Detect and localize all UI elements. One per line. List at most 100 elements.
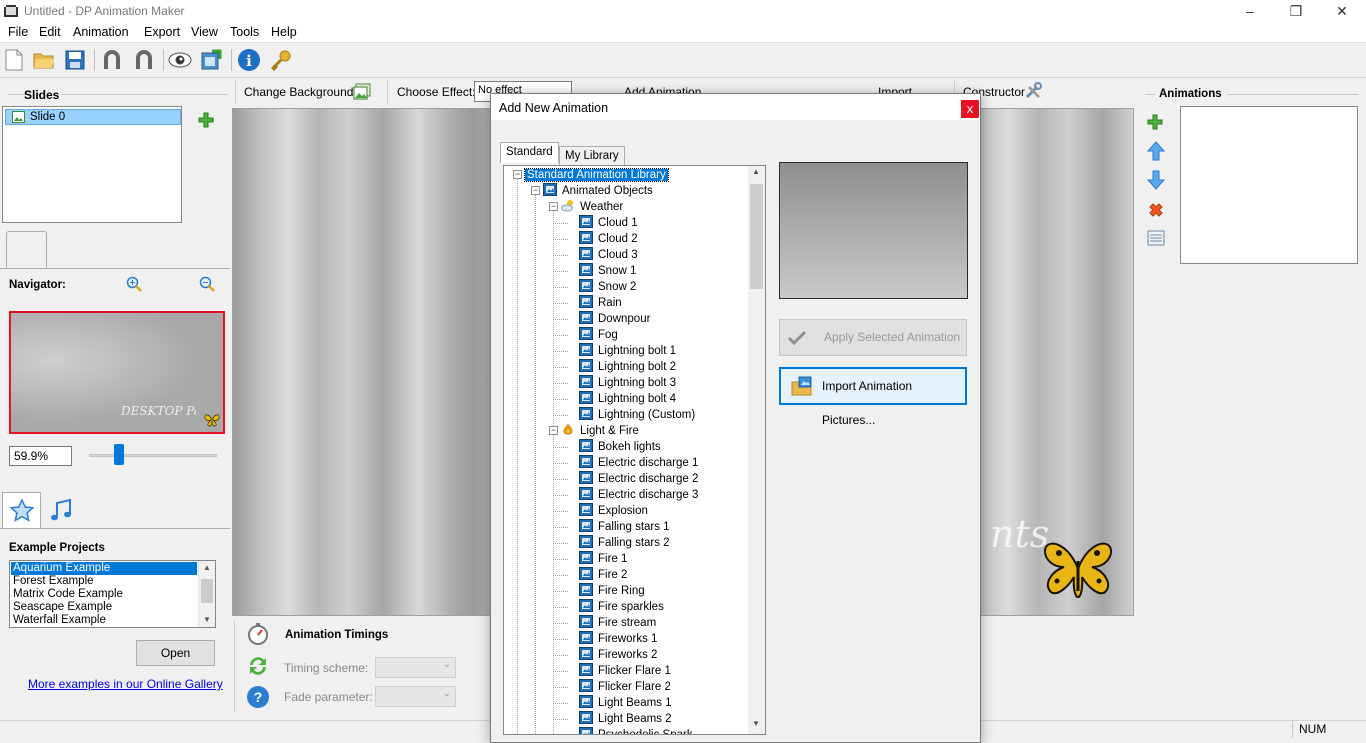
move-up-button[interactable] [1146, 141, 1166, 164]
tree-item[interactable]: Lightning bolt 3 [579, 375, 678, 391]
close-window-button[interactable]: ✕ [1319, 0, 1365, 23]
tree-item[interactable]: Snow 1 [579, 263, 638, 279]
tree-scrollbar[interactable]: ▲ ▼ [748, 166, 765, 734]
preview-icon[interactable] [167, 47, 193, 73]
tree-item[interactable]: Cloud 3 [579, 247, 640, 263]
zoom-slider-thumb[interactable] [114, 444, 124, 465]
zoom-slider-track[interactable] [89, 454, 217, 457]
tree-item[interactable]: Fire 2 [579, 567, 629, 583]
help-button[interactable]: ? [246, 685, 270, 712]
tree-item[interactable]: Explosion [579, 503, 650, 519]
tree-scrollbar-thumb[interactable] [750, 184, 763, 289]
tree-item[interactable]: Fire sparkles [579, 599, 666, 615]
tree-root[interactable]: Standard Animation Library [524, 167, 669, 183]
list-item[interactable]: Forest Example [11, 575, 197, 588]
slide-tab[interactable] [6, 231, 47, 269]
tree-item[interactable]: Psychedelic Spark [579, 727, 695, 734]
list-item[interactable]: Matrix Code Example [11, 588, 197, 601]
animation-library-tree[interactable]: − Standard Animation Library − Animated Obj… [503, 165, 766, 735]
tree-item[interactable]: Fire stream [579, 615, 658, 631]
zoom-out-button[interactable] [199, 276, 215, 295]
tree-item[interactable]: Electric discharge 3 [579, 487, 700, 503]
menu-edit[interactable]: Edit [38, 25, 62, 39]
menu-animation[interactable]: Animation [72, 25, 130, 39]
new-icon[interactable] [1, 47, 27, 73]
zoom-in-button[interactable] [126, 276, 142, 295]
add-slide-button[interactable] [197, 111, 215, 132]
tree-item[interactable]: Fog [579, 327, 620, 343]
menu-file[interactable]: File [7, 25, 29, 39]
tree-item[interactable]: Electric discharge 2 [579, 471, 700, 487]
constructor-button[interactable] [1024, 82, 1042, 103]
apply-selected-animation-button[interactable]: Apply Selected Animation [779, 319, 967, 356]
slides-list[interactable]: Slide 0 [2, 106, 182, 223]
animations-list[interactable] [1180, 106, 1358, 264]
tree-item[interactable]: Bokeh lights [579, 439, 663, 455]
online-gallery-link[interactable]: More examples in our Online Gallery [28, 677, 223, 691]
tab-standard[interactable]: Standard [500, 142, 559, 163]
tree-item[interactable]: Fire Ring [579, 583, 647, 599]
tree-item[interactable]: Lightning bolt 2 [579, 359, 678, 375]
menu-help[interactable]: Help [270, 25, 298, 39]
tree-expander[interactable]: − [549, 202, 558, 211]
tree-item[interactable]: Light Beams 1 [579, 695, 674, 711]
export-icon[interactable] [198, 47, 224, 73]
properties-button[interactable] [1147, 230, 1165, 249]
tree-item[interactable]: Snow 2 [579, 279, 638, 295]
examples-list[interactable]: Aquarium Example Forest Example Matrix C… [9, 560, 216, 628]
save-icon[interactable] [62, 47, 88, 73]
tree-item[interactable]: Fire 1 [579, 551, 629, 567]
change-background-button[interactable] [353, 83, 371, 103]
tab-music[interactable] [42, 494, 80, 528]
tree-item[interactable]: Cloud 2 [579, 231, 640, 247]
undo-icon[interactable] [99, 47, 125, 73]
change-background-label[interactable]: Change Background [244, 85, 353, 99]
delete-animation-button[interactable] [1147, 201, 1165, 222]
tree-item[interactable]: Downpour [579, 311, 652, 327]
tree-item[interactable]: Lightning bolt 1 [579, 343, 678, 359]
fade-parameter-select[interactable]: ⌄ [375, 686, 456, 707]
slide-item[interactable]: Slide 0 [5, 109, 181, 125]
tab-effects[interactable] [2, 492, 41, 529]
key-icon[interactable] [268, 47, 294, 73]
zoom-field[interactable]: 59.9% [9, 446, 72, 466]
tree-item[interactable]: Electric discharge 1 [579, 455, 700, 471]
tree-node-animated-objects[interactable]: Animated Objects [543, 183, 655, 199]
redo-icon[interactable] [131, 47, 157, 73]
tab-my-library[interactable]: My Library [559, 146, 625, 165]
maximize-button[interactable]: ❐ [1273, 0, 1319, 23]
tree-item[interactable]: Falling stars 1 [579, 519, 672, 535]
move-down-button[interactable] [1146, 170, 1166, 193]
tree-item[interactable]: Flicker Flare 2 [579, 679, 673, 695]
refresh-button[interactable] [246, 654, 270, 681]
tree-item[interactable]: Flicker Flare 1 [579, 663, 673, 679]
list-item[interactable]: Waterfall Example [11, 614, 197, 627]
menu-tools[interactable]: Tools [229, 25, 260, 39]
tree-item[interactable]: Rain [579, 295, 624, 311]
navigator-preview[interactable]: DESKTOP Paints [9, 311, 225, 434]
timing-scheme-select[interactable]: ⌄ [375, 657, 456, 678]
dialog-close-button[interactable]: x [961, 100, 979, 118]
open-icon[interactable] [31, 47, 57, 73]
tree-node-weather[interactable]: Weather [561, 199, 625, 215]
examples-scrollbar[interactable]: ▲ ▼ [198, 561, 215, 627]
tree-item[interactable]: Falling stars 2 [579, 535, 672, 551]
tree-node-light-fire[interactable]: Light & Fire [561, 423, 641, 439]
add-animation-button[interactable] [1146, 113, 1164, 134]
menu-view[interactable]: View [190, 25, 219, 39]
tree-item[interactable]: Cloud 1 [579, 215, 640, 231]
tree-expander[interactable]: − [513, 170, 522, 179]
tree-item[interactable]: Light Beams 2 [579, 711, 674, 727]
list-item[interactable]: Seascape Example [11, 601, 197, 614]
list-item[interactable]: Aquarium Example [11, 562, 197, 575]
tree-item[interactable]: Lightning (Custom) [579, 407, 697, 423]
tree-expander[interactable]: − [531, 186, 540, 195]
minimize-button[interactable]: – [1227, 0, 1273, 23]
tree-item[interactable]: Lightning bolt 4 [579, 391, 678, 407]
tree-expander[interactable]: − [549, 426, 558, 435]
open-button[interactable]: Open [136, 640, 215, 666]
tree-item[interactable]: Fireworks 1 [579, 631, 659, 647]
menu-export[interactable]: Export [143, 25, 181, 39]
tree-item[interactable]: Fireworks 2 [579, 647, 659, 663]
info-icon[interactable]: i [236, 47, 262, 73]
